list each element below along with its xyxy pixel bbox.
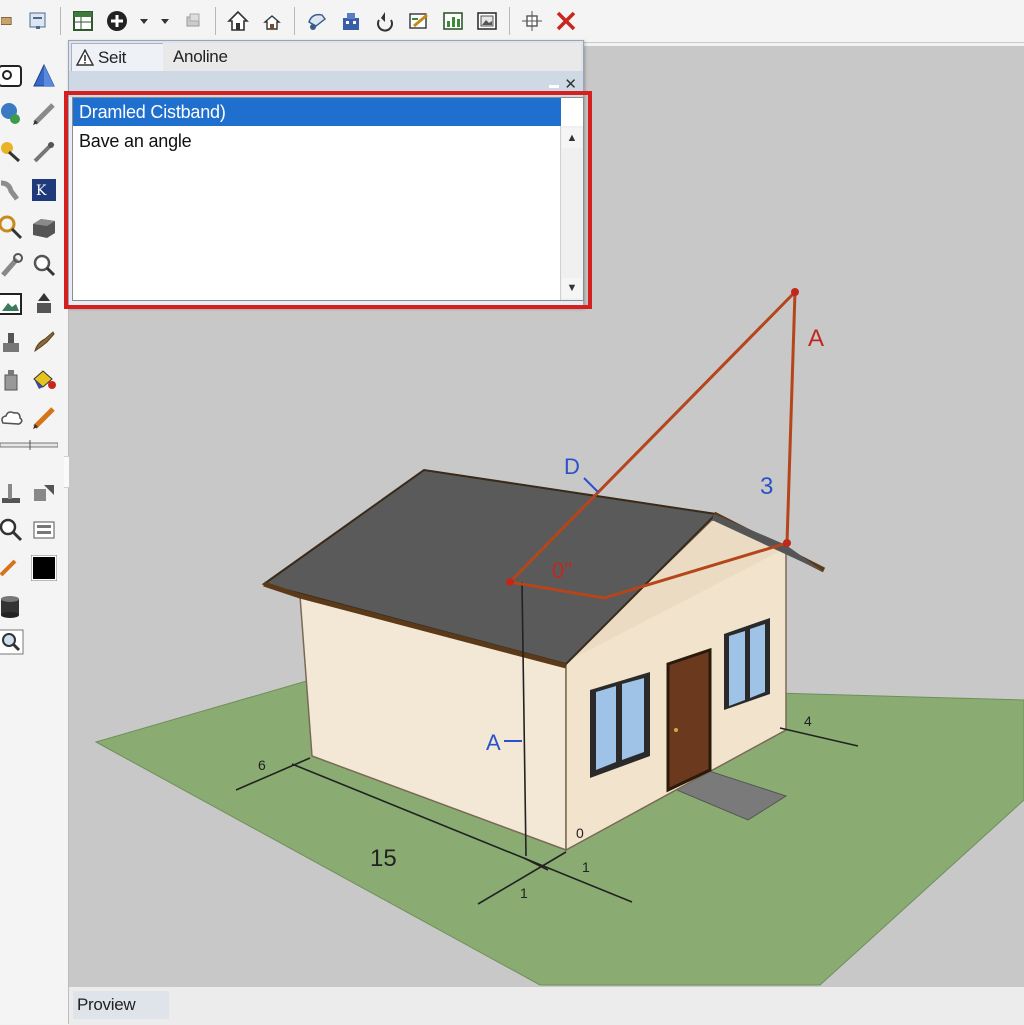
minimize-icon[interactable] (549, 85, 559, 88)
dropdown-arrow-icon[interactable] (157, 7, 173, 35)
label-angle: 0" (552, 558, 572, 583)
image-icon[interactable] (0, 290, 26, 318)
paint-bucket-icon[interactable] (30, 366, 58, 394)
guide-point-right (783, 539, 791, 547)
tool-palette: K (0, 42, 77, 1024)
status-text[interactable]: Proview (73, 991, 169, 1019)
toolbar-separator (60, 7, 61, 35)
tab-seit[interactable]: Seit (71, 43, 165, 72)
wrench-icon[interactable] (0, 252, 26, 280)
list-item-selected[interactable]: Dramled Cistband) (73, 98, 561, 126)
cylinder-icon[interactable] (0, 592, 26, 620)
save-icon[interactable] (0, 7, 18, 35)
paint-icon[interactable] (303, 7, 331, 35)
line-tool-icon[interactable] (30, 138, 58, 166)
label-one-a: 1 (582, 859, 590, 875)
cloud-icon[interactable] (0, 404, 26, 432)
label-a-left: A (486, 730, 501, 755)
picture-icon[interactable] (473, 7, 501, 35)
move-tool-icon[interactable] (30, 516, 58, 544)
toolbar-separator (509, 7, 510, 35)
guide-point-top (791, 288, 799, 296)
tape-icon[interactable] (0, 440, 58, 450)
status-bar: Proview (69, 986, 1024, 1025)
rotate-icon[interactable] (371, 7, 399, 35)
box-icon[interactable] (30, 214, 58, 242)
zoom-extents-icon[interactable] (0, 628, 26, 656)
add-circle-icon[interactable] (103, 7, 131, 35)
tab-anoline[interactable]: Anoline (163, 43, 581, 71)
select-icon[interactable] (0, 62, 26, 90)
close-icon[interactable] (552, 7, 580, 35)
zoom-icon[interactable] (30, 480, 58, 508)
label-three: 3 (760, 473, 773, 500)
label-d: D (564, 454, 580, 479)
tools-icon[interactable] (0, 480, 26, 508)
window-right (724, 618, 770, 710)
bulb-icon[interactable] (0, 138, 26, 166)
label-d-leader (583, 477, 599, 493)
warning-icon (76, 49, 94, 66)
label-one-b: 1 (520, 885, 528, 901)
search-icon[interactable] (0, 214, 26, 242)
scroll-down-icon[interactable]: ▼ (562, 278, 582, 298)
move-icon[interactable] (518, 7, 546, 35)
tab-anoline-label: Anoline (173, 47, 228, 66)
pencil-small-icon[interactable] (0, 554, 26, 582)
dropdown-arrow-icon[interactable] (137, 7, 151, 35)
label-zero: 0 (576, 825, 584, 841)
main-toolbar (0, 0, 1024, 43)
bottle-icon[interactable] (0, 366, 26, 394)
magnify-icon[interactable] (30, 252, 58, 280)
svg-text:K: K (36, 183, 47, 199)
pen-icon[interactable] (30, 404, 58, 432)
scroll-up-icon[interactable]: ▲ (562, 128, 582, 148)
dialog-tab-strip: Seit Anoline (69, 41, 583, 72)
close-icon[interactable]: ✕ (564, 75, 577, 93)
edit-icon[interactable] (405, 7, 433, 35)
pencil-icon[interactable] (30, 100, 58, 128)
building-icon[interactable] (337, 7, 365, 35)
document-icon[interactable] (24, 7, 52, 35)
globe-icon[interactable] (0, 100, 26, 128)
label-fifteen: 15 (370, 845, 397, 872)
house-icon[interactable] (224, 7, 252, 35)
label-four: 4 (804, 713, 812, 729)
door (666, 647, 712, 793)
guide-point-left (506, 578, 514, 586)
list-item[interactable]: Bave an angle (73, 127, 561, 155)
chart-icon[interactable] (439, 7, 467, 35)
stamp-icon[interactable] (0, 328, 26, 356)
color-swatch-icon[interactable] (30, 554, 58, 582)
toolbar-separator (294, 7, 295, 35)
layers-icon[interactable] (179, 7, 207, 35)
label-a-top: A (808, 325, 824, 352)
toolbar-separator (215, 7, 216, 35)
dialog-header-strip (69, 71, 583, 97)
push-pull-icon[interactable] (30, 290, 58, 318)
text-tool-icon[interactable]: K (30, 176, 58, 204)
house-small-icon[interactable] (258, 7, 286, 35)
list-scrollbar[interactable]: ▲ ▼ (560, 126, 583, 300)
table-icon[interactable] (69, 7, 97, 35)
label-six: 6 (258, 757, 266, 773)
pyramid-icon[interactable] (30, 62, 58, 90)
option-list[interactable]: Dramled Cistband) Bave an angle ▲ ▼ (72, 97, 584, 301)
door-knob (674, 728, 678, 732)
magnify-icon[interactable] (0, 516, 26, 544)
pipe-icon[interactable] (0, 176, 26, 204)
brush-icon[interactable] (30, 328, 58, 356)
tab-seit-label: Seit (98, 48, 127, 67)
